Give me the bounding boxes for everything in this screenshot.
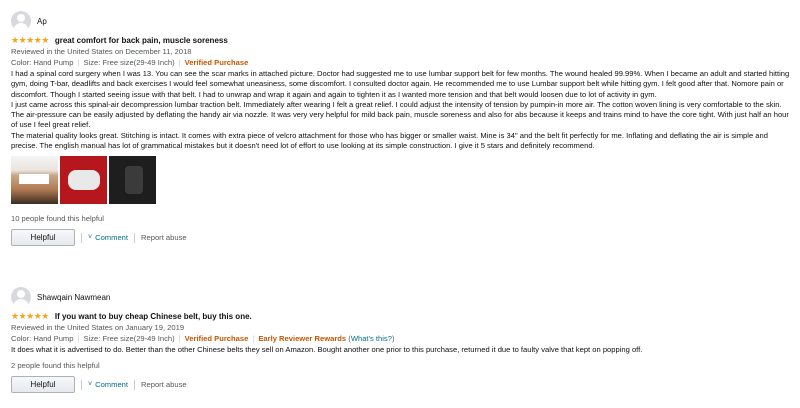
- review-paragraph: It does what it is advertised to do. Bet…: [11, 345, 643, 354]
- reviewer-profile[interactable]: Ap: [11, 10, 791, 32]
- comment-label: Comment: [95, 380, 129, 390]
- action-divider: [81, 232, 82, 243]
- report-abuse-link[interactable]: Report abuse: [141, 380, 187, 389]
- review-date: Reviewed in the United States on January…: [11, 323, 185, 332]
- helpful-button[interactable]: Helpful: [11, 376, 75, 394]
- helpful-count: 10 people found this helpful: [11, 214, 104, 224]
- star-rating-icon[interactable]: ★★★★★: [11, 311, 49, 322]
- review-actions: Helpful ˅ Comment Report abuse: [11, 376, 791, 394]
- color-label[interactable]: Color: Hand Pump: [11, 334, 73, 343]
- review-actions: Helpful ˅ Comment Report abuse: [11, 229, 791, 247]
- review-body: I had a spinal cord surgery when I was 1…: [11, 69, 791, 151]
- review-photo-thumbnail[interactable]: [109, 156, 156, 205]
- format-separator: |: [252, 334, 255, 343]
- avatar-icon: [11, 11, 31, 31]
- reviewer-name[interactable]: Shawqain Nawmean: [37, 293, 110, 302]
- comment-label: Comment: [95, 233, 129, 243]
- comment-link[interactable]: ˅ Comment: [88, 380, 128, 389]
- format-separator: |: [77, 334, 80, 343]
- chevron-down-icon: ˅: [88, 381, 93, 389]
- review-photo-thumbnail[interactable]: [60, 156, 107, 205]
- verified-purchase-badge[interactable]: Verified Purchase: [185, 334, 249, 343]
- comment-link[interactable]: ˅ Comment: [88, 233, 128, 242]
- action-divider: [134, 379, 136, 390]
- whats-this-wrapper: (What's this?): [348, 334, 395, 343]
- review-title[interactable]: If you want to buy cheap Chinese belt, b…: [55, 312, 252, 321]
- report-abuse-link[interactable]: Report abuse: [141, 233, 187, 242]
- review-photos: [11, 156, 791, 205]
- action-divider: [81, 379, 82, 390]
- helpful-count: 2 people found this helpful: [11, 361, 100, 371]
- avatar-icon: [11, 287, 31, 307]
- action-divider: [134, 232, 136, 243]
- review-format: Color: Hand Pump | Size: Free size(29-49 I…: [11, 57, 791, 68]
- reviewer-name[interactable]: Ap: [37, 17, 47, 26]
- format-separator: |: [178, 58, 181, 67]
- format-separator: |: [178, 334, 181, 343]
- format-separator: |: [77, 58, 80, 67]
- chevron-down-icon: ˅: [88, 234, 93, 242]
- review-title-row: ★★★★★ If you want to buy cheap Chinese b…: [11, 310, 791, 322]
- review-date: Reviewed in the United States on Decembe…: [11, 47, 192, 56]
- verified-purchase-badge[interactable]: Verified Purchase: [185, 58, 249, 67]
- review-title-row: ★★★★★ great comfort for back pain, muscl…: [11, 34, 791, 46]
- review-paragraph: I just came across this spinal-air decom…: [11, 99, 789, 130]
- review-body: It does what it is advertised to do. Bet…: [11, 345, 791, 355]
- review-format: Color: Hand Pump | Size: Free size(29-49 I…: [11, 333, 791, 344]
- size-label[interactable]: Size: Free size(29-49 Inch): [83, 58, 174, 67]
- review-paragraph: The material quality looks great. Stitch…: [11, 130, 768, 151]
- helpful-button[interactable]: Helpful: [11, 229, 75, 247]
- review-card: Shawqain Nawmean ★★★★★ If you want to bu…: [11, 286, 791, 394]
- review-card: Ap ★★★★★ great comfort for back pain, mu…: [11, 10, 791, 247]
- review-photo-thumbnail[interactable]: [11, 156, 58, 205]
- size-label[interactable]: Size: Free size(29-49 Inch): [83, 334, 174, 343]
- reviewer-profile[interactable]: Shawqain Nawmean: [11, 286, 791, 308]
- early-reviewer-badge[interactable]: Early Reviewer Rewards: [258, 334, 346, 343]
- review-title[interactable]: great comfort for back pain, muscle sore…: [55, 36, 228, 45]
- star-rating-icon[interactable]: ★★★★★: [11, 35, 49, 46]
- whats-this-link[interactable]: What's this?: [351, 334, 392, 343]
- color-label[interactable]: Color: Hand Pump: [11, 58, 73, 67]
- review-paragraph: I had a spinal cord surgery when I was 1…: [11, 69, 790, 99]
